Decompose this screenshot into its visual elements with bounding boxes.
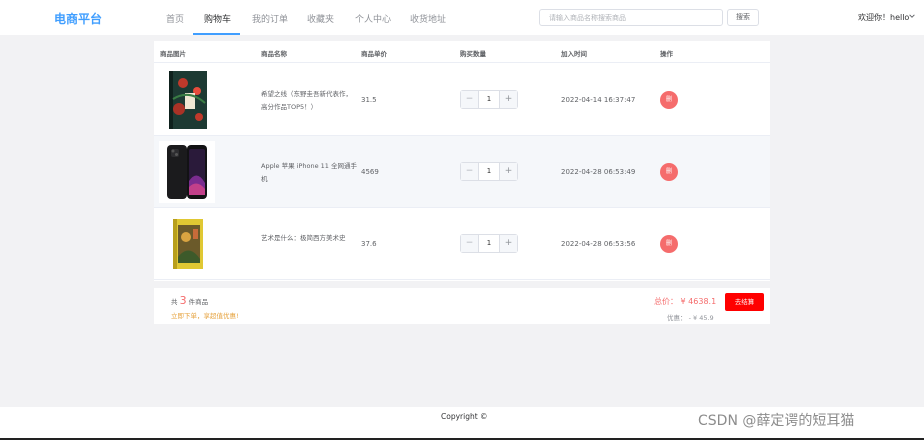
decrease-button[interactable]: −	[461, 163, 479, 180]
quantity-stepper: − 1 +	[460, 234, 518, 253]
product-price: 31.5	[361, 96, 377, 104]
table-row: Apple 苹果 iPhone 11 全网通手机 4569 − 1 + 2022…	[154, 136, 770, 208]
chevron-down-icon[interactable]	[908, 12, 916, 20]
table-header: 商品图片 商品名称 商品单价 购买数量 加入时间 操作	[154, 41, 770, 63]
cart-summary: 共 3 件商品 立即下单，享超值优惠! 总价： ¥ 4638.1 优惠： - ¥…	[154, 288, 770, 324]
added-time: 2022-04-28 06:53:49	[561, 168, 636, 176]
discount-label: 优惠：	[667, 314, 687, 322]
nav-home[interactable]: 首页	[166, 12, 184, 25]
total-label: 总价：	[654, 297, 678, 306]
checkout-button[interactable]: 去结算	[725, 293, 764, 311]
nav-cart[interactable]: 购物车	[204, 12, 231, 25]
col-price: 商品单价	[361, 50, 387, 58]
top-navbar: 电商平台 首页 购物车 我的订单 收藏夹 个人中心 收货地址 搜索 欢迎你！he…	[0, 0, 924, 35]
delete-button[interactable]: 删	[660, 163, 678, 181]
quantity-value[interactable]: 1	[479, 235, 499, 252]
nav-address[interactable]: 收货地址	[410, 12, 446, 25]
brand-logo[interactable]: 电商平台	[54, 10, 102, 27]
search-input[interactable]	[539, 9, 723, 26]
increase-button[interactable]: +	[499, 235, 517, 252]
decrease-button[interactable]: −	[461, 91, 479, 108]
quantity-value[interactable]: 1	[479, 91, 499, 108]
product-name[interactable]: 希望之线（东野圭吾新代表作，高分作品TOP5！）	[261, 88, 357, 114]
col-added: 加入时间	[561, 50, 587, 58]
total-price: 总价： ¥ 4638.1	[654, 296, 716, 307]
search-button[interactable]: 搜索	[727, 9, 759, 26]
product-name[interactable]: 艺术是什么：极简西方美术史	[261, 232, 357, 245]
nav-profile[interactable]: 个人中心	[355, 12, 391, 25]
table-row: 艺术是什么：极简西方美术史 37.6 − 1 + 2022-04-28 06:5…	[154, 208, 770, 280]
user-greeting[interactable]: 欢迎你！hello	[858, 12, 909, 23]
table-row: 希望之线（东野圭吾新代表作，高分作品TOP5！） 31.5 − 1 + 2022…	[154, 64, 770, 136]
cart-table: 商品图片 商品名称 商品单价 购买数量 加入时间 操作 希望之线（东野圭吾新代表…	[154, 41, 770, 281]
increase-button[interactable]: +	[499, 91, 517, 108]
total-value: ¥ 4638.1	[680, 297, 717, 306]
decrease-button[interactable]: −	[461, 235, 479, 252]
discount-value: - ¥ 45.9	[688, 314, 714, 322]
count-suffix: 件商品	[188, 298, 209, 306]
col-name: 商品名称	[261, 50, 287, 58]
item-count: 共 3 件商品	[171, 294, 208, 307]
phone-image-icon[interactable]	[159, 141, 215, 203]
nav-active-indicator	[193, 33, 240, 35]
nav-orders[interactable]: 我的订单	[252, 12, 288, 25]
added-time: 2022-04-28 06:53:56	[561, 240, 636, 248]
increase-button[interactable]: +	[499, 163, 517, 180]
book-cover-icon[interactable]	[159, 69, 215, 131]
count-number: 3	[179, 294, 187, 307]
delete-button[interactable]: 删	[660, 91, 678, 109]
quantity-value[interactable]: 1	[479, 163, 499, 180]
col-action: 操作	[660, 50, 673, 58]
delete-button[interactable]: 删	[660, 235, 678, 253]
nav-favorites[interactable]: 收藏夹	[307, 12, 334, 25]
promo-text: 立即下单，享超值优惠!	[171, 312, 239, 320]
watermark-text: CSDN @薛定谔的短耳猫	[698, 413, 855, 429]
quantity-stepper: − 1 +	[460, 90, 518, 109]
product-price: 37.6	[361, 240, 377, 248]
book-cover-icon[interactable]	[159, 213, 215, 275]
copyright-text: Copyright ©	[441, 412, 488, 421]
col-image: 商品图片	[160, 50, 186, 58]
product-name[interactable]: Apple 苹果 iPhone 11 全网通手机	[261, 160, 357, 186]
quantity-stepper: − 1 +	[460, 162, 518, 181]
added-time: 2022-04-14 16:37:47	[561, 96, 636, 104]
discount: 优惠： - ¥ 45.9	[667, 312, 714, 322]
col-quantity: 购买数量	[460, 50, 486, 58]
count-prefix: 共	[171, 298, 178, 306]
product-price: 4569	[361, 168, 379, 176]
